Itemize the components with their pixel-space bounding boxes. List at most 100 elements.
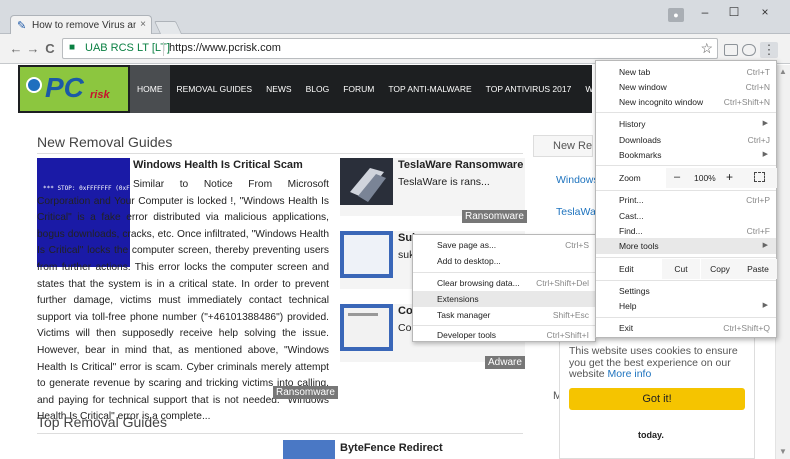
menu-label: New incognito window — [619, 97, 704, 107]
fullscreen-icon[interactable] — [754, 172, 765, 182]
menu-new-tab[interactable]: New tab Ctrl+T — [596, 64, 776, 80]
sidebar-link-windows[interactable]: Windows — [556, 174, 599, 186]
bookmark-star-icon[interactable]: ☆ — [700, 40, 713, 57]
back-button[interactable]: ← — [8, 41, 24, 56]
menu-label: Save page as... — [437, 240, 497, 250]
ransomware-badge-2[interactable]: Ransomware — [462, 210, 527, 223]
menu-new-incognito[interactable]: New incognito window Ctrl+Shift+N — [596, 94, 776, 110]
menu-shortcut: Ctrl+N — [745, 82, 770, 92]
cut-button[interactable]: Cut — [662, 259, 700, 279]
nav-forum[interactable]: FORUM — [336, 65, 381, 113]
paste-button[interactable]: Paste — [739, 259, 777, 279]
menu-label: Clear browsing data... — [437, 278, 520, 288]
menu-separator — [596, 317, 776, 318]
ransomware-badge[interactable]: Ransomware — [273, 386, 338, 399]
cookie-below-text: today. — [638, 430, 664, 440]
extension-icon-2[interactable] — [742, 44, 756, 56]
menu-print[interactable]: Print... Ctrl+P — [596, 192, 776, 208]
menu-shortcut: Ctrl+Shift+N — [723, 97, 770, 107]
menu-label: Zoom — [619, 173, 641, 183]
card-text: Co — [398, 322, 412, 334]
menu-history[interactable]: History ▶ — [596, 116, 776, 132]
nav-blog[interactable]: BLOG — [299, 65, 337, 113]
nav-news[interactable]: NEWS — [259, 65, 299, 113]
tab-title: How to remove Virus and — [32, 20, 136, 31]
logo-text: PC — [45, 72, 84, 103]
zoom-in-button[interactable]: + — [726, 170, 733, 184]
menu-separator — [596, 190, 776, 191]
certificate-name[interactable]: UAB RCS LT [LT] — [85, 42, 170, 54]
adware-badge[interactable]: Adware — [485, 356, 525, 369]
submenu-task-manager[interactable]: Task manager Shift+Esc — [413, 307, 595, 323]
menu-label: Print... — [619, 195, 644, 205]
menu-downloads[interactable]: Downloads Ctrl+J — [596, 132, 776, 148]
pcrisk-logo[interactable]: PC risk — [20, 67, 128, 111]
tab-strip: ✎ How to remove Virus and × ● – ☐ × — [0, 0, 790, 35]
new-removal-guides-title: New Removal Guides — [37, 134, 173, 150]
menu-cast[interactable]: Cast... — [596, 208, 776, 224]
menu-new-window[interactable]: New window Ctrl+N — [596, 79, 776, 95]
copy-button[interactable]: Copy — [701, 259, 739, 279]
menu-separator — [413, 272, 595, 273]
card-title[interactable]: TeslaWare Ransomware — [398, 159, 523, 171]
maximize-button[interactable]: ☐ — [725, 5, 743, 19]
lock-icon[interactable]: ■ — [69, 42, 75, 53]
menu-exit[interactable]: Exit Ctrl+Shift+Q — [596, 320, 776, 336]
menu-label: Bookmarks — [619, 150, 662, 160]
submenu-clear-browsing-data[interactable]: Clear browsing data... Ctrl+Shift+Del — [413, 275, 595, 291]
address-bar[interactable]: ■ UAB RCS LT [LT] https://www.pcrisk.com… — [62, 38, 718, 59]
menu-label: Exit — [619, 323, 634, 333]
close-window-button[interactable]: × — [756, 5, 774, 19]
menu-label: New tab — [619, 67, 651, 77]
menu-more-tools[interactable]: More tools ▶ — [596, 238, 776, 254]
cookie-accept-button[interactable]: Got it! — [569, 388, 745, 410]
menu-settings[interactable]: Settings — [596, 283, 776, 299]
forward-button[interactable]: → — [25, 41, 41, 56]
cookie-more-info-link[interactable]: More info — [608, 368, 652, 380]
reload-button[interactable]: C — [42, 41, 58, 56]
submenu-arrow-icon: ▶ — [762, 120, 768, 127]
nav-removal-guides[interactable]: REMOVAL GUIDES — [170, 65, 260, 113]
scroll-up-icon[interactable]: ▲ — [779, 67, 787, 76]
submenu-arrow-icon: ▶ — [762, 302, 768, 309]
card-title[interactable]: Co — [398, 305, 413, 317]
minimize-button[interactable]: – — [696, 5, 714, 19]
menu-shortcut: Ctrl+F — [746, 226, 770, 236]
logo-sub: risk — [90, 89, 110, 101]
profile-icon[interactable]: ● — [668, 8, 684, 22]
menu-separator — [596, 112, 776, 113]
nav-top-anti-malware[interactable]: TOP ANTI-MALWARE — [381, 65, 478, 113]
submenu-extensions[interactable]: Extensions — [413, 291, 595, 307]
card-text: TeslaWare is rans... — [398, 176, 490, 188]
menu-shortcut: Ctrl+Shift+I — [546, 330, 589, 340]
sidebar-link-teslaware[interactable]: TeslaWa — [556, 206, 596, 218]
submenu-developer-tools[interactable]: Developer tools Ctrl+Shift+I — [413, 327, 595, 343]
url-text[interactable]: https://www.pcrisk.com — [169, 42, 281, 54]
menu-label: Extensions — [437, 294, 479, 304]
extension-icon[interactable] — [724, 44, 738, 56]
menu-help[interactable]: Help ▶ — [596, 298, 776, 314]
card-teslaware[interactable]: TeslaWare Ransomware TeslaWare is rans..… — [340, 158, 525, 216]
bytefence-thumbnail[interactable] — [283, 440, 335, 459]
menu-shortcut: Ctrl+J — [747, 135, 770, 145]
zoom-out-button[interactable]: – — [674, 171, 680, 183]
new-tab-button[interactable] — [153, 21, 183, 34]
browser-tab[interactable]: ✎ How to remove Virus and × — [10, 15, 152, 35]
chrome-main-menu: New tab Ctrl+T New window Ctrl+N New inc… — [595, 60, 777, 338]
menu-shortcut: Shift+Esc — [552, 310, 589, 320]
page-scrollbar[interactable]: ▲ ▼ — [775, 65, 790, 459]
chrome-menu-icon[interactable]: ⋮ — [760, 42, 778, 58]
tab-close-icon[interactable]: × — [140, 19, 146, 30]
logo-magnifier-icon — [26, 77, 42, 93]
menu-find[interactable]: Find... Ctrl+F — [596, 223, 776, 239]
url-separator — [163, 42, 164, 56]
submenu-add-to-desktop[interactable]: Add to desktop... — [413, 253, 595, 269]
menu-label: Add to desktop... — [437, 256, 501, 266]
submenu-save-page[interactable]: Save page as... Ctrl+S — [413, 237, 595, 253]
menu-separator — [413, 325, 595, 326]
menu-bookmarks[interactable]: Bookmarks ▶ — [596, 147, 776, 163]
scroll-down-icon[interactable]: ▼ — [779, 447, 787, 456]
featured-title[interactable]: Windows Health Is Critical Scam — [133, 159, 303, 171]
bytefence-title[interactable]: ByteFence Redirect — [340, 442, 443, 454]
nav-home[interactable]: HOME — [130, 65, 170, 113]
